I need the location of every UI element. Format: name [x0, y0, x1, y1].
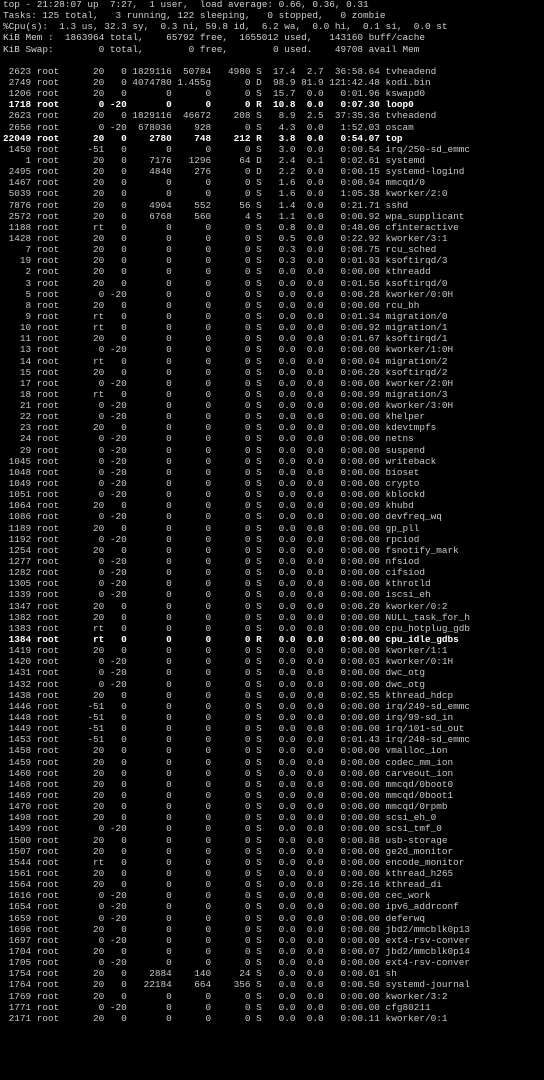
process-row: 1696 root 20 0 0 0 0 S 0.0 0.0 0:00.00 j…: [3, 923, 470, 935]
process-row: 1718 root 0 -20 0 0 0 R 10.8 0.0 0:07.30…: [3, 99, 414, 111]
process-row: 3 root 20 0 0 0 0 S 0.0 0.0 0:01.56 ksof…: [3, 277, 448, 289]
cpu-line: %Cpu(s): 1.3 us, 32.3 sy, 0.3 ni, 59.8 i…: [3, 21, 448, 33]
process-row: 1254 root 20 0 0 0 0 S 0.0 0.0 0:00.00 f…: [3, 544, 459, 556]
process-row: 1086 root 0 -20 0 0 0 S 0.0 0.0 0:00.00 …: [3, 511, 442, 523]
process-row: 1339 root 0 -20 0 0 0 S 0.0 0.0 0:00.00 …: [3, 589, 431, 601]
process-row: 1064 root 20 0 0 0 0 S 0.0 0.0 0:00.09 k…: [3, 500, 414, 512]
process-row: 1459 root 20 0 0 0 0 S 0.0 0.0 0:00.00 c…: [3, 756, 454, 768]
process-row: 1769 root 20 0 0 0 0 S 0.0 0.0 0:00.00 k…: [3, 990, 448, 1002]
process-row: 22 root 0 -20 0 0 0 S 0.0 0.0 0:00.00 kh…: [3, 411, 425, 423]
process-row: 1467 root 20 0 0 0 0 S 1.6 0.0 0:00.94 m…: [3, 177, 425, 189]
process-row: 1659 root 0 -20 0 0 0 S 0.0 0.0 0:00.00 …: [3, 912, 425, 924]
process-list: 2623 root 20 0 1829116 50784 4980 S 17.4…: [3, 66, 544, 1024]
process-column-header: [3, 55, 544, 66]
process-row: 1048 root 0 -20 0 0 0 S 0.0 0.0 0:00.00 …: [3, 466, 420, 478]
process-row: 1460 root 20 0 0 0 0 S 0.0 0.0 0:00.00 c…: [3, 767, 454, 779]
process-row: 1206 root 20 0 0 0 0 S 15.7 0.0 0:01.96 …: [3, 88, 425, 100]
process-row: 19 root 20 0 0 0 0 S 0.3 0.0 0:01.93 kso…: [3, 255, 448, 267]
process-row: 2495 root 20 0 4840 276 0 D 2.2 0.0 0:00…: [3, 166, 465, 178]
process-row: 1049 root 0 -20 0 0 0 S 0.0 0.0 0:00.00 …: [3, 478, 420, 490]
process-row: 2656 root 0 -20 678036 928 0 S 4.3 0.0 1…: [3, 121, 414, 133]
process-row: 18 root rt 0 0 0 0 S 0.0 0.0 0:00.99 mig…: [3, 388, 448, 400]
process-row: 1419 root 20 0 0 0 0 S 0.0 0.0 0:00.00 k…: [3, 645, 448, 657]
process-row: 1449 root -51 0 0 0 0 S 0.0 0.0 0:00.00 …: [3, 723, 465, 735]
mem-line: KiB Mem : 1863964 total, 65792 free, 165…: [3, 32, 425, 44]
process-row: 5039 root 20 0 0 0 0 S 1.6 0.0 1:05.38 k…: [3, 188, 448, 200]
process-row: 1705 root 0 -20 0 0 0 S 0.0 0.0 0:00.00 …: [3, 957, 470, 969]
process-row: 13 root 0 -20 0 0 0 S 0.0 0.0 0:00.00 kw…: [3, 344, 454, 356]
process-row: 17 root 0 -20 0 0 0 S 0.0 0.0 0:00.00 kw…: [3, 377, 454, 389]
process-row: 7876 root 20 0 4904 552 56 S 1.4 0.0 0:2…: [3, 199, 409, 211]
process-row: 2623 root 20 0 1829116 46672 208 S 8.9 2…: [3, 110, 437, 122]
process-row: 1507 root 20 0 0 0 0 S 0.0 0.0 0:00.00 g…: [3, 845, 454, 857]
process-row: 5 root 0 -20 0 0 0 S 0.0 0.0 0:00.28 kwo…: [3, 288, 454, 300]
process-row: 1654 root 0 -20 0 0 0 S 0.0 0.0 0:00.00 …: [3, 901, 459, 913]
process-row: 10 root rt 0 0 0 0 S 0.0 0.0 0:00.92 mig…: [3, 322, 448, 334]
process-row: 1764 root 20 0 22184 664 356 S 0.0 0.0 0…: [3, 979, 470, 991]
process-row: 7 root 20 0 0 0 0 S 0.3 0.0 0:08.75 rcu_…: [3, 244, 437, 256]
process-row: 1499 root 0 -20 0 0 0 S 0.0 0.0 0:00.00 …: [3, 823, 442, 835]
process-row: 2171 root 20 0 0 0 0 S 0.0 0.0 0:00.11 k…: [3, 1012, 448, 1024]
process-row: 1384 root rt 0 0 0 0 R 0.0 0.0 0:00.00 c…: [3, 634, 459, 646]
process-row: 1051 root 0 -20 0 0 0 S 0.0 0.0 0:00.00 …: [3, 489, 425, 501]
process-row: 1 root 20 0 7176 1296 64 D 2.4 0.1 0:02.…: [3, 154, 425, 166]
process-row: 1382 root 20 0 0 0 0 S 0.0 0.0 0:00.00 N…: [3, 611, 470, 623]
terminal-window[interactable]: top - 21:28:07 up 7:27, 1 user, load ave…: [3, 0, 544, 1080]
process-row: 1561 root 20 0 0 0 0 S 0.0 0.0 0:00.00 k…: [3, 867, 454, 879]
swap-line: KiB Swap: 0 total, 0 free, 0 used. 49708…: [3, 43, 420, 55]
process-row: 1431 root 0 -20 0 0 0 S 0.0 0.0 0:00.00 …: [3, 667, 425, 679]
process-row: 1458 root 20 0 0 0 0 S 0.0 0.0 0:00.00 v…: [3, 745, 448, 757]
process-row: 1697 root 0 -20 0 0 0 S 0.0 0.0 0:00.00 …: [3, 934, 470, 946]
process-row: 1468 root 20 0 0 0 0 S 0.0 0.0 0:00.00 m…: [3, 778, 454, 790]
process-row: 1453 root -51 0 0 0 0 S 0.0 0.0 0:01.43 …: [3, 734, 470, 746]
process-row: 2572 root 20 0 6768 560 4 S 1.1 0.0 0:00…: [3, 210, 465, 222]
process-row: 1282 root 0 -20 0 0 0 S 0.0 0.0 0:00.00 …: [3, 567, 425, 579]
process-row: 2 root 20 0 0 0 0 S 0.0 0.0 0:00.00 kthr…: [3, 266, 431, 278]
process-row: 1347 root 20 0 0 0 0 S 0.0 0.0 0:00.20 k…: [3, 600, 448, 612]
process-row: 1428 root 20 0 0 0 0 S 0.5 0.0 0:22.92 k…: [3, 232, 448, 244]
process-row: 1544 root rt 0 0 0 0 S 0.0 0.0 0:00.00 e…: [3, 856, 465, 868]
process-row: 1420 root 0 -20 0 0 0 S 0.0 0.0 0:00.03 …: [3, 656, 454, 668]
process-row: 1045 root 0 -20 0 0 0 S 0.0 0.0 0:00.00 …: [3, 455, 437, 467]
process-row: 1305 root 0 -20 0 0 0 S 0.0 0.0 0:00.00 …: [3, 578, 431, 590]
process-row: 22049 root 20 0 2780 748 212 R 3.8 0.0 0…: [3, 132, 403, 144]
process-row: 1448 root -51 0 0 0 0 S 0.0 0.0 0:00.00 …: [3, 712, 454, 723]
process-row: 14 root rt 0 0 0 0 S 0.0 0.0 0:00.04 mig…: [3, 355, 448, 367]
process-row: 1754 root 20 0 2884 140 24 S 0.0 0.0 0:0…: [3, 968, 397, 980]
process-row: 1771 root 0 -20 0 0 0 S 0.0 0.0 0:00.00 …: [3, 1001, 431, 1013]
process-row: 1450 root -51 0 0 0 0 S 3.0 0.0 0:00.54 …: [3, 143, 470, 155]
process-row: 1383 root rt 0 0 0 0 S 0.0 0.0 0:00.00 c…: [3, 622, 470, 634]
process-row: 1564 root 20 0 0 0 0 S 0.0 0.0 0:26.16 k…: [3, 879, 442, 891]
process-row: 9 root rt 0 0 0 0 S 0.0 0.0 0:01.34 migr…: [3, 310, 448, 322]
process-row: 2749 root 20 0 4074780 1.455g 0 D 98.9 8…: [3, 76, 431, 88]
process-row: 1432 root 0 -20 0 0 0 S 0.0 0.0 0:00.00 …: [3, 678, 425, 690]
process-row: 8 root 20 0 0 0 0 S 0.0 0.0 0:00.00 rcu_…: [3, 299, 420, 311]
process-row: 2623 root 20 0 1829116 50784 4980 S 17.4…: [3, 65, 437, 77]
process-row: 1192 root 0 -20 0 0 0 S 0.0 0.0 0:00.00 …: [3, 533, 420, 545]
process-row: 1616 root 0 -20 0 0 0 S 0.0 0.0 0:00.00 …: [3, 890, 431, 902]
process-row: 1498 root 20 0 0 0 0 S 0.0 0.0 0:00.00 s…: [3, 812, 437, 824]
process-row: 1189 root 20 0 0 0 0 S 0.0 0.0 0:00.00 g…: [3, 522, 420, 534]
process-row: 1469 root 20 0 0 0 0 S 0.0 0.0 0:00.00 m…: [3, 789, 454, 801]
process-row: 1446 root -51 0 0 0 0 S 0.0 0.0 0:00.00 …: [3, 700, 470, 712]
process-row: 15 root 20 0 0 0 0 S 0.0 0.0 0:06.20 kso…: [3, 366, 448, 378]
uptime-line: top - 21:28:07 up 7:27, 1 user, load ave…: [3, 0, 369, 10]
process-row: 29 root 0 -20 0 0 0 S 0.0 0.0 0:00.00 su…: [3, 444, 425, 456]
process-row: 11 root 20 0 0 0 0 S 0.0 0.0 0:01.67 kso…: [3, 333, 448, 345]
tasks-line: Tasks: 125 total, 3 running, 122 sleepin…: [3, 10, 386, 22]
process-row: 1438 root 20 0 0 0 0 S 0.0 0.0 0:02.55 k…: [3, 689, 454, 701]
process-row: 23 root 20 0 0 0 0 S 0.0 0.0 0:00.00 kde…: [3, 422, 437, 434]
process-row: 1277 root 0 -20 0 0 0 S 0.0 0.0 0:00.00 …: [3, 556, 420, 568]
process-row: 1470 root 20 0 0 0 0 S 0.0 0.0 0:00.00 m…: [3, 801, 448, 813]
process-row: 21 root 0 -20 0 0 0 S 0.0 0.0 0:00.00 kw…: [3, 400, 454, 412]
process-row: 1704 root 20 0 0 0 0 S 0.0 0.0 0:00.07 j…: [3, 945, 470, 957]
process-row: 1188 root rt 0 0 0 0 S 0.8 0.0 0:48.06 c…: [3, 221, 459, 233]
process-row: 1500 root 20 0 0 0 0 S 0.0 0.0 0:00.88 u…: [3, 834, 448, 846]
process-row: 24 root 0 -20 0 0 0 S 0.0 0.0 0:00.00 ne…: [3, 433, 414, 445]
